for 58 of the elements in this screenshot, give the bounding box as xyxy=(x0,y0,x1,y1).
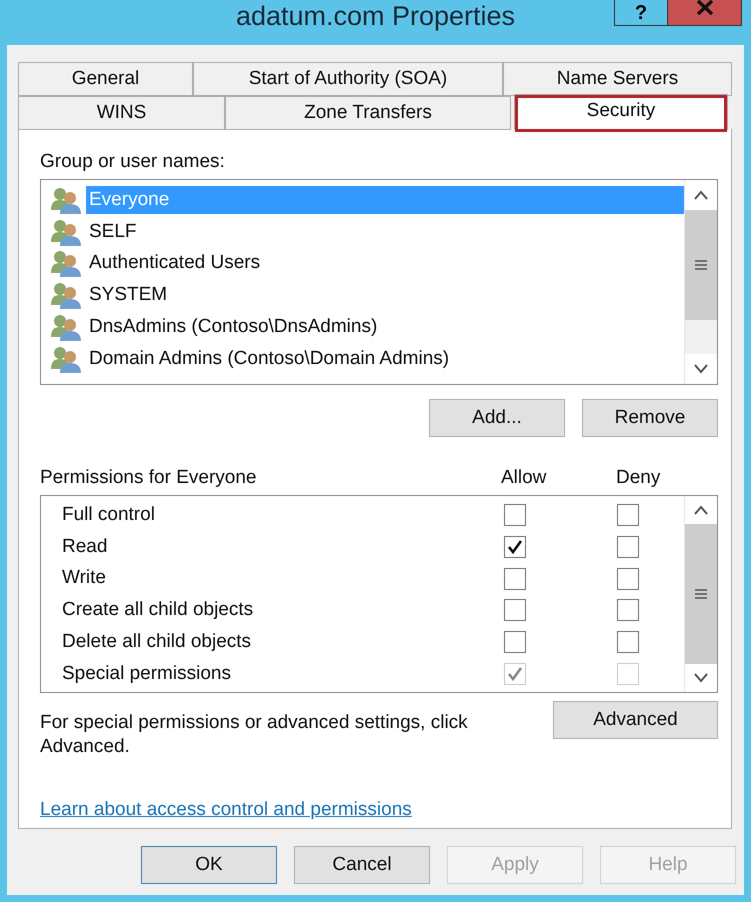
tab[interactable]: Security xyxy=(514,94,728,130)
permission-name: Write xyxy=(62,566,106,590)
dialog-button[interactable]: Cancel xyxy=(294,846,430,884)
tab[interactable]: Start of Authority (SOA) xyxy=(193,62,503,96)
permission-name: Special permissions xyxy=(62,662,231,686)
permission-name: Read xyxy=(62,534,108,559)
advanced-note: For special permissions or advanced settings, click Advanced. xyxy=(40,711,469,759)
scroll-down-icon[interactable] xyxy=(693,673,709,683)
section-label: Group or user names: xyxy=(40,151,226,173)
scroll-thumb[interactable] xyxy=(685,210,717,320)
deny-checkbox[interactable] xyxy=(617,504,639,526)
permission-name: Delete all child objects xyxy=(62,630,252,654)
allow-checkbox[interactable] xyxy=(504,631,526,654)
list-item[interactable]: Authenticated Users xyxy=(86,249,264,278)
add-button[interactable]: Add... xyxy=(429,399,565,437)
scroll-up-icon[interactable] xyxy=(693,505,709,515)
check-icon xyxy=(507,540,523,554)
dialog-button[interactable]: OK xyxy=(141,846,277,884)
user-group-icon xyxy=(50,249,82,278)
close-icon xyxy=(694,0,714,16)
check-icon xyxy=(507,666,523,681)
allow-checkbox[interactable] xyxy=(504,599,526,622)
user-group-icon xyxy=(50,218,82,246)
grip-icon xyxy=(695,260,707,270)
list-item[interactable]: DnsAdmins (Contoso\DnsAdmins) xyxy=(86,313,380,342)
deny-checkbox[interactable] xyxy=(617,599,639,622)
list-item[interactable]: SYSTEM xyxy=(86,281,170,310)
scroll-down-icon[interactable] xyxy=(693,364,709,374)
permission-name: Create all child objects xyxy=(62,598,254,622)
advanced-button[interactable]: Advanced xyxy=(553,701,718,739)
tab[interactable]: General xyxy=(18,62,193,96)
scroll-thumb[interactable] xyxy=(685,524,717,664)
deny-checkbox[interactable] xyxy=(617,536,639,558)
tab[interactable]: Zone Transfers xyxy=(225,96,511,130)
user-group-icon xyxy=(50,281,82,310)
user-group-icon xyxy=(50,186,82,214)
remove-button[interactable]: Remove xyxy=(582,399,718,437)
allow-checkbox[interactable] xyxy=(504,504,526,526)
allow-checkbox[interactable] xyxy=(504,536,526,558)
list-item[interactable]: Domain Admins (Contoso\Domain Admins) xyxy=(86,344,452,373)
grip-icon xyxy=(695,589,707,599)
permission-name: Full control xyxy=(62,502,155,527)
tab[interactable]: WINS xyxy=(18,96,225,130)
user-group-icon xyxy=(50,344,82,373)
list-item[interactable]: SELF xyxy=(86,218,140,246)
deny-checkbox[interactable] xyxy=(617,631,639,654)
section-label: Permissions for Everyone xyxy=(40,467,256,489)
user-group-icon xyxy=(50,313,82,342)
column-header: Deny xyxy=(616,467,660,489)
close-button[interactable] xyxy=(668,0,742,26)
help-button[interactable]: ? xyxy=(614,0,668,26)
deny-checkbox[interactable] xyxy=(617,568,639,590)
column-header: Allow xyxy=(501,467,546,489)
tab[interactable]: Name Servers xyxy=(503,62,732,96)
window-title: adatum.com Properties xyxy=(236,0,516,33)
scroll-up-icon[interactable] xyxy=(693,190,709,200)
help-link[interactable]: Learn about access control and permissions xyxy=(40,799,412,821)
allow-checkbox[interactable] xyxy=(504,568,526,590)
